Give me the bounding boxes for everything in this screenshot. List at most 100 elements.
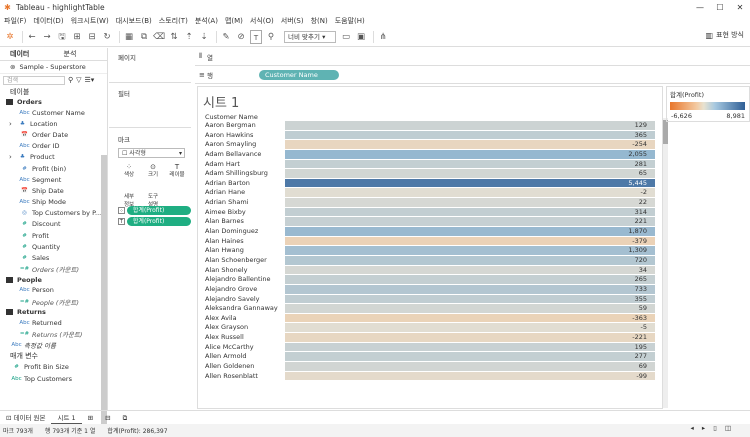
- field-item[interactable]: ◎ Top Customers by P...: [0, 208, 107, 219]
- datasource-item[interactable]: ⊚ Sample - Superstore: [0, 61, 107, 74]
- highlight-cell[interactable]: 281: [285, 159, 655, 170]
- row-customer-name[interactable]: Aimee Bixby: [198, 208, 285, 218]
- row-customer-name[interactable]: Alex Grayson: [198, 323, 285, 333]
- close-button[interactable]: ✕: [730, 3, 750, 12]
- maximize-button[interactable]: ☐: [710, 3, 730, 12]
- refresh-icon[interactable]: ↻: [101, 30, 113, 44]
- sort-desc-icon[interactable]: ⇣: [198, 30, 210, 44]
- highlight-cell[interactable]: 69: [285, 362, 655, 372]
- row-customer-name[interactable]: Aleksandra Gannaway: [198, 304, 285, 314]
- field-item[interactable]: Abc Segment: [0, 174, 107, 185]
- table-row[interactable]: Alan Barnes 221: [198, 217, 662, 228]
- table-row[interactable]: Aaron Smayling -254: [198, 140, 662, 150]
- highlight-cell[interactable]: -99: [285, 371, 655, 382]
- group-icon[interactable]: ⊘: [235, 30, 247, 44]
- mark-button-0[interactable]: ⁘ 색상: [118, 162, 140, 182]
- view-options-icon[interactable]: ☰▾: [85, 76, 95, 84]
- table-row[interactable]: Alice McCarthy 195: [198, 342, 662, 353]
- highlight-cell[interactable]: 129: [285, 121, 655, 131]
- tab-sheet-1[interactable]: 시트 1: [51, 410, 82, 425]
- menu-item-1[interactable]: 데이터(D): [33, 16, 63, 26]
- table-row[interactable]: Alejandro Savely 355: [198, 294, 662, 305]
- highlight-cell[interactable]: 221: [285, 217, 655, 228]
- row-customer-name[interactable]: Alex Russell: [198, 333, 285, 343]
- mark-type-dropdown[interactable]: ☐ 사각형 ▾: [118, 148, 185, 158]
- row-customer-name[interactable]: Adam Shillingsburg: [198, 169, 285, 179]
- mark-button-1[interactable]: ⊙ 크기: [142, 162, 164, 182]
- highlight-cell[interactable]: 1,309: [285, 246, 655, 256]
- mark-button-2[interactable]: T 레이블: [166, 162, 188, 182]
- show-cards-icon[interactable]: ▭: [340, 30, 352, 44]
- sheet-title[interactable]: 시트 1: [203, 92, 239, 111]
- table-row[interactable]: Aaron Bergman 129: [198, 121, 662, 131]
- row-pill-customer-name[interactable]: Customer Name: [259, 69, 339, 80]
- sort-asc-icon[interactable]: ⇡: [183, 30, 195, 44]
- row-customer-name[interactable]: Alejandro Grove: [198, 285, 285, 295]
- highlight-cell[interactable]: 65: [285, 169, 655, 179]
- highlight-cell[interactable]: 277: [285, 352, 655, 363]
- table-row[interactable]: Adam Bellavance 2,055: [198, 149, 662, 160]
- highlight-cell[interactable]: 5,445: [285, 178, 655, 189]
- new-dashboard-tab-icon[interactable]: ⊟: [99, 411, 116, 425]
- row-customer-name[interactable]: Alan Hwang: [198, 246, 285, 256]
- table-group-people[interactable]: People: [0, 275, 107, 285]
- menu-item-6[interactable]: 맵(M): [225, 16, 243, 26]
- menu-item-7[interactable]: 서식(O): [250, 16, 274, 26]
- new-story-tab-icon[interactable]: ⧉: [117, 411, 134, 425]
- highlight-cell[interactable]: -363: [285, 313, 655, 324]
- table-row[interactable]: Adam Hart 281: [198, 159, 662, 170]
- table-row[interactable]: Alex Grayson -5: [198, 323, 662, 334]
- save-icon[interactable]: 🖫: [56, 30, 68, 44]
- new-datasource-icon[interactable]: ⊞: [71, 30, 83, 44]
- row-customer-name[interactable]: Allen Rosenblatt: [198, 372, 285, 382]
- menu-item-10[interactable]: 도움말(H): [335, 16, 365, 26]
- field-item[interactable]: =# Returns (카운트): [0, 328, 107, 339]
- table-row[interactable]: Alex Avila -363: [198, 313, 662, 324]
- row-customer-name[interactable]: Alex Avila: [198, 314, 285, 324]
- table-row[interactable]: Allen Goldenen 69: [198, 362, 662, 372]
- minimize-button[interactable]: —: [690, 3, 710, 12]
- table-row[interactable]: Alan Schoenberger 720: [198, 255, 662, 266]
- field-item[interactable]: Abc Order ID: [0, 141, 107, 152]
- table-row[interactable]: Adrian Hane -2: [198, 188, 662, 199]
- sheet-nav-buttons[interactable]: ◂ ▸ ▯ ◫: [691, 424, 734, 432]
- field-item[interactable]: =# Orders (카운트): [0, 264, 107, 275]
- row-customer-name[interactable]: Adrian Hane: [198, 188, 285, 198]
- tab-data-source[interactable]: ⊡ 데이터 원본: [0, 411, 51, 425]
- view-scrollbar[interactable]: [663, 118, 668, 408]
- row-customer-name[interactable]: Aaron Hawkins: [198, 131, 285, 141]
- new-sheet-tab-icon[interactable]: ⊞: [82, 411, 99, 425]
- filter-icon[interactable]: ▽: [76, 76, 81, 84]
- filters-card[interactable]: 필터: [109, 84, 191, 128]
- highlight-cell[interactable]: 365: [285, 130, 655, 141]
- row-customer-name[interactable]: Allen Goldenen: [198, 362, 285, 372]
- menu-item-3[interactable]: 대시보드(B): [116, 16, 152, 26]
- table-row[interactable]: Allen Rosenblatt -99: [198, 371, 662, 382]
- tab-analysis[interactable]: 분석: [54, 49, 108, 59]
- row-customer-name[interactable]: Aaron Bergman: [198, 121, 285, 131]
- menu-item-2[interactable]: 워크시트(W): [71, 16, 109, 26]
- table-row[interactable]: Alan Hwang 1,309: [198, 246, 662, 256]
- row-customer-name[interactable]: Alejandro Ballentine: [198, 275, 285, 285]
- row-customer-name[interactable]: Alan Shonely: [198, 266, 285, 276]
- scroll-thumb[interactable]: [663, 120, 668, 144]
- parameter-item[interactable]: # Profit Bin Size: [0, 362, 107, 373]
- share-icon[interactable]: ⋔: [377, 30, 389, 44]
- highlight-cell[interactable]: 355: [285, 294, 655, 305]
- highlight-cell[interactable]: -2: [285, 188, 655, 199]
- table-row[interactable]: Alan Haines -379: [198, 236, 662, 247]
- new-sheet-icon[interactable]: ▦: [123, 30, 135, 44]
- field-item[interactable]: Abc Customer Name: [0, 107, 107, 118]
- rows-shelf[interactable]: ≡ 행 Customer Name: [195, 66, 750, 84]
- swap-icon[interactable]: ⇅: [168, 30, 180, 44]
- menu-item-0[interactable]: 파일(F): [4, 16, 26, 26]
- row-customer-name[interactable]: Alan Barnes: [198, 217, 285, 227]
- field-item[interactable]: =# People (카운트): [0, 296, 107, 307]
- scrollbar[interactable]: [101, 155, 107, 437]
- pages-card[interactable]: 페이지: [109, 48, 191, 83]
- table-row[interactable]: Alan Shonely 34: [198, 265, 662, 276]
- column-header[interactable]: Customer Name: [205, 113, 258, 121]
- fit-dropdown[interactable]: 너비 맞추기 ▾: [284, 30, 337, 43]
- field-item[interactable]: › ♣ Product: [0, 152, 107, 163]
- mark-pill-0[interactable]: ⁘ 합계(Profit): [118, 206, 191, 215]
